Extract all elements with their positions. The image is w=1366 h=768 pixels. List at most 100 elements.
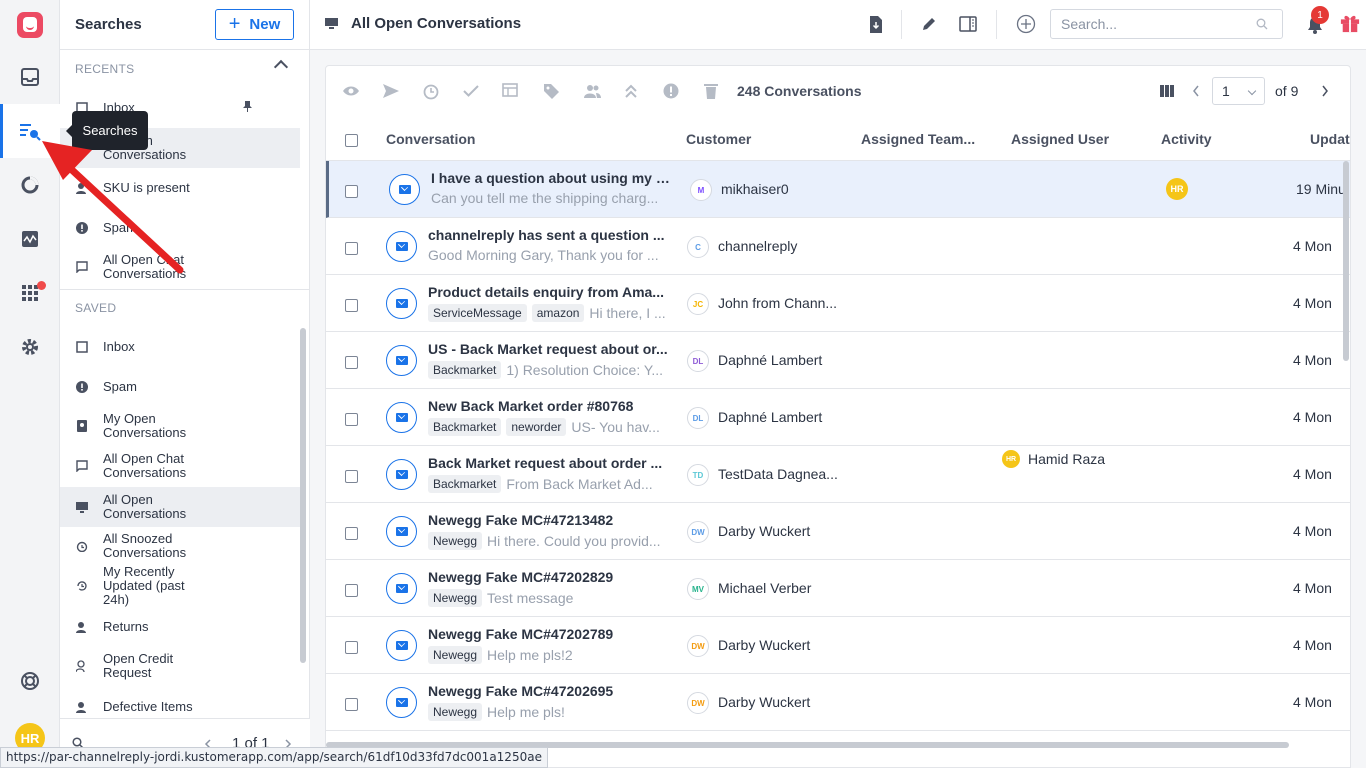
row-checkbox[interactable] [345,470,358,483]
row-checkbox[interactable] [345,242,358,255]
col-customer[interactable]: Customer [686,131,751,147]
tag-chip[interactable]: ServiceMessage [428,304,527,322]
table-row[interactable]: Newegg Fake MC#47202695 Newegg Help me pls… [326,674,1350,731]
saved-item-my-open[interactable]: My Open Conversations [60,411,300,441]
tag-chip[interactable]: Newegg [428,589,483,607]
conversation-preview: Newegg Help me pls!2 [428,646,666,664]
pin-icon[interactable] [243,101,252,112]
saved-item-snoozed[interactable]: All Snoozed Conversations [60,531,300,561]
customer-name[interactable]: mikhaiser0 [721,181,846,197]
user-search-icon [75,701,88,714]
customer-name[interactable]: Darby Wuckert [718,637,843,653]
table-row[interactable]: Newegg Fake MC#47202829 Newegg Test messag… [326,560,1350,617]
saved-item-inbox[interactable]: Inbox [60,337,300,357]
updated-time: 4 Mon [1293,466,1332,482]
eye-icon[interactable] [342,82,360,100]
table-row[interactable]: Back Market request about order ... Backm… [326,446,1350,503]
saved-item-spam[interactable]: Spam [60,377,300,397]
chevron-up-icon[interactable] [273,59,289,75]
saved-item-credit-request[interactable]: Open Credit Request [60,651,300,681]
customer-name[interactable]: Daphné Lambert [718,409,843,425]
tag-chip[interactable]: amazon [531,304,585,322]
columns-icon[interactable] [1158,82,1176,100]
tag-chip[interactable]: Newegg [428,532,483,550]
tag-icon[interactable] [542,82,560,100]
tag-chip[interactable]: Newegg [428,646,483,664]
table-row[interactable]: New Back Market order #80768 Backmarket ne… [326,389,1350,446]
saved-item-open-chat[interactable]: All Open Chat Conversations [60,451,300,481]
customer-name[interactable]: Darby Wuckert [718,694,843,710]
add-circle-icon[interactable] [1016,14,1036,34]
row-checkbox[interactable] [345,584,358,597]
col-activity[interactable]: Activity [1161,131,1212,147]
tag-chip[interactable]: Backmarket [428,361,502,379]
new-search-button[interactable]: + New [215,9,294,40]
help-icon[interactable] [18,669,42,693]
row-checkbox[interactable] [345,698,358,711]
table-row[interactable]: Newegg Fake MC#47202789 Newegg Help me pls… [326,617,1350,674]
send-icon[interactable] [382,82,400,100]
panel-scrollbar[interactable] [300,328,306,663]
recent-item-open-chat[interactable]: All Open Chat Conversations [60,252,300,282]
col-updated[interactable]: Updat [1310,131,1350,147]
col-assigned-user[interactable]: Assigned User [1011,131,1109,147]
trash-icon[interactable] [702,82,720,100]
customer-name[interactable]: Michael Verber [718,580,843,596]
table-row[interactable]: I have a question about using my it... Ca… [326,161,1350,218]
customer-name[interactable]: John from Chann... [718,295,843,311]
layout-panel-icon[interactable] [958,14,978,34]
edit-icon[interactable] [919,14,939,34]
saved-item-label: My Open Conversations [103,411,187,440]
priority-icon[interactable] [622,82,640,100]
recent-item-spam[interactable]: Spam [60,218,300,238]
alarm-icon[interactable] [422,82,440,100]
gift-icon[interactable] [1340,13,1360,33]
row-checkbox[interactable] [345,413,358,426]
edit-fields-icon[interactable] [502,82,520,100]
col-conversation[interactable]: Conversation [386,131,475,147]
assign-users-icon[interactable] [582,82,602,100]
search-input[interactable]: Search... [1050,9,1283,39]
reporting-icon[interactable] [18,173,42,197]
export-icon[interactable] [866,14,886,34]
conversations-card: 248 Conversations 1 of 9 Conversation Cu… [325,65,1351,768]
row-checkbox[interactable] [345,185,358,198]
inbox-icon[interactable] [18,65,42,89]
row-checkbox[interactable] [345,641,358,654]
row-checkbox[interactable] [345,356,358,369]
customer-name[interactable]: Darby Wuckert [718,523,843,539]
table-row[interactable]: channelreply has sent a question ... Good… [326,218,1350,275]
select-all-checkbox[interactable] [345,134,358,147]
table-row[interactable]: Newegg Fake MC#47213482 Newegg Hi there. C… [326,503,1350,560]
customer-name[interactable]: TestData Dagnea... [718,466,843,482]
activity-icon[interactable] [18,227,42,251]
table-row[interactable]: Product details enquiry from Ama... Servi… [326,275,1350,332]
page-select[interactable]: 1 [1212,77,1265,105]
table-row[interactable]: US - Back Market request about or... Back… [326,332,1350,389]
tag-chip[interactable]: Backmarket [428,418,502,436]
col-assigned-team[interactable]: Assigned Team... [861,131,975,147]
recent-item-sku[interactable]: SKU is present [60,178,300,198]
chevron-left-icon[interactable] [1192,85,1200,97]
saved-item-all-open[interactable]: All Open Conversations [60,487,300,527]
spam-icon[interactable] [662,82,680,100]
logo-icon[interactable] [17,12,43,38]
customer-avatar: DW [687,692,709,714]
vertical-scrollbar[interactable] [1343,161,1349,361]
saved-item-recently-updated[interactable]: My Recently Updated (past 24h) [60,565,300,607]
customer-name[interactable]: channelreply [718,238,843,254]
saved-item-defective[interactable]: Defective Items [60,697,300,717]
saved-item-returns[interactable]: Returns [60,617,300,637]
chevron-right-icon[interactable] [1321,85,1329,97]
settings-icon[interactable] [18,335,42,359]
alarm-icon [75,540,88,553]
tag-chip[interactable]: neworder [506,418,567,436]
row-checkbox[interactable] [345,299,358,312]
tag-chip[interactable]: Newegg [428,703,483,721]
preview-text: Help me pls!2 [487,647,573,663]
customer-name[interactable]: Daphné Lambert [718,352,843,368]
searches-icon[interactable] [18,119,42,143]
tag-chip[interactable]: Backmarket [428,475,502,493]
row-checkbox[interactable] [345,527,358,540]
check-icon[interactable] [462,82,480,100]
